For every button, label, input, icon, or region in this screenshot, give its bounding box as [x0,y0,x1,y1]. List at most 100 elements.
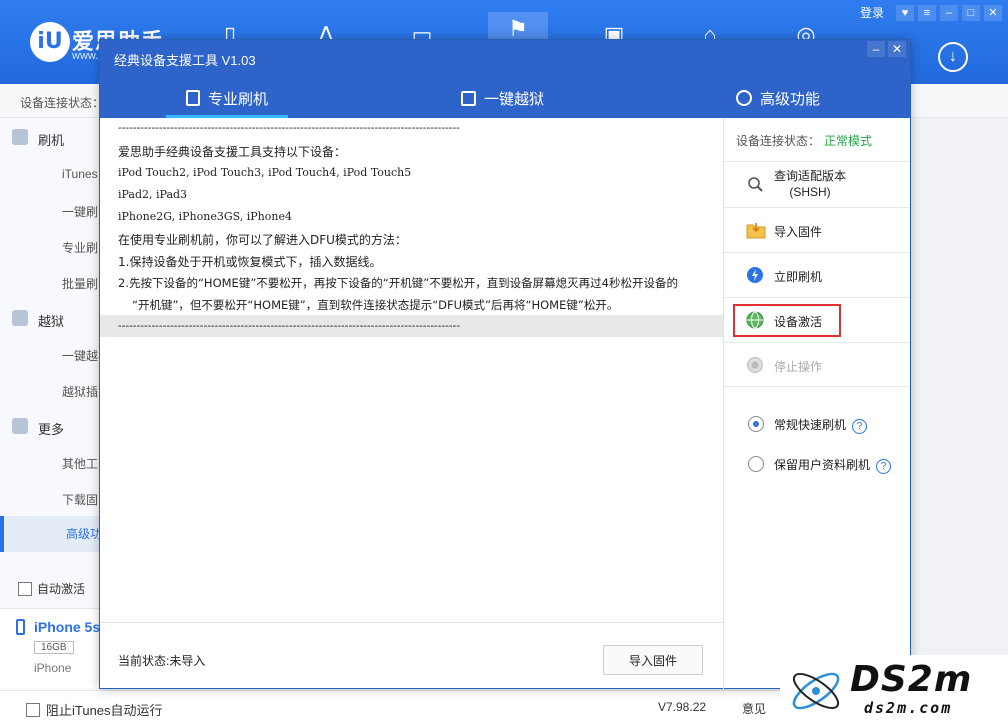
minimize-icon[interactable]: – [940,4,958,21]
keep-data-label: 保留用户资料刷机 [774,458,871,472]
dialog-close-icon[interactable]: ✕ [888,41,906,57]
log-line: 1.保持设备处于开机或恢复模式下，插入数据线。 [118,255,382,269]
dialog-titlebar: 经典设备支援工具 V1.03 – ✕ [100,40,910,78]
search-icon [748,177,763,192]
stop-operation-label: 停止操作 [774,360,823,374]
window-controls: 登录 ♥ ≡ – □ ✕ [860,4,1002,21]
activate-highlight-box [733,304,841,337]
connection-status-label: 设备连接状态： [736,134,821,148]
quick-flash-label: 常规快速刷机 [774,418,847,432]
flash-now-label: 立即刷机 [774,270,823,284]
tab-label: 专业刷机 [208,90,269,108]
version-label: V7.98.22 [658,700,707,714]
sidebar-item-pro-flash[interactable]: 专业刷 [62,239,100,256]
settings-icon[interactable]: ≡ [918,4,936,21]
sidebar-item-oneclick-jailbreak[interactable]: 一键越 [62,347,100,364]
help-icon[interactable]: ? [852,419,868,434]
sidebar-group-label: 更多 [38,422,65,437]
sidebar-item-itunes[interactable]: iTunes [62,167,100,181]
sidebar-item-batch-flash[interactable]: 批量刷 [62,275,100,292]
sidebar-item-download-firmware[interactable]: 下载固 [62,491,100,508]
keep-data-option[interactable]: 保留用户资料刷机? [774,456,892,474]
flash-now-button[interactable]: 立即刷机 [724,252,910,297]
sidebar-group-more[interactable]: 更多 [12,418,65,438]
sidebar-item-oneclick-flash[interactable]: 一键刷 [62,203,100,220]
log-line: iPhone2G, iPhone3GS, iPhone4 [118,210,292,223]
current-status: 当前状态:未导入 [118,654,206,668]
block-itunes-checkbox[interactable]: 阻止iTunes自动运行 [26,700,163,719]
sidebar: 刷机 iTunes 一键刷 专业刷 批量刷 越狱 一键越 越狱插 更多 其他工 … [0,118,100,690]
sidebar-group-jailbreak[interactable]: 越狱 [12,310,65,330]
app-url: www. [72,50,99,62]
dialog-footer: 当前状态:未导入 导入固件 [100,622,724,689]
watermark: DS2m ds2m.com [780,655,1008,725]
log-line: “开机键”，但不要松开“HOME键”，直到软件连接状态提示“DFU模式”后再将“… [132,298,619,312]
stop-icon [747,357,763,373]
query-shsh-line2: (SHSH) [789,185,831,199]
flash-icon [12,129,28,145]
import-firmware-button[interactable]: 导入固件 [603,645,703,675]
tab-label: 高级功能 [760,90,821,108]
watermark-text: DS2m [850,659,973,700]
dialog-title: 经典设备支援工具 V1.03 [114,53,256,68]
sidebar-group-label: 越狱 [38,314,65,329]
block-itunes-label: 阻止iTunes自动运行 [46,703,163,718]
download-icon[interactable]: ↓ [938,42,968,72]
sidebar-item-advanced[interactable]: 高级功 [0,516,100,552]
log-separator: ----------------------------------------… [118,319,460,332]
device-model: iPhone [34,661,72,675]
phone-icon [186,90,200,106]
skin-icon[interactable]: ♥ [896,4,914,21]
close-icon[interactable]: ✕ [984,4,1002,21]
action-panel: 设备连接状态： 正常模式 查询适配版本 (SHSH) 导入固件 立即刷机 设备激… [724,118,910,689]
gear-icon [736,90,752,106]
query-shsh-button[interactable]: 查询适配版本 (SHSH) [724,161,910,207]
connection-status-value: 正常模式 [824,134,873,148]
auto-activate-label: 自动激活 [37,582,86,596]
watermark-logo-icon [792,672,840,710]
sidebar-item-other-tools[interactable]: 其他工 [62,455,100,472]
app-logo-icon: iU [30,22,70,62]
folder-icon [746,223,766,239]
log-separator: ----------------------------------------… [118,121,460,134]
flash-icon [747,267,763,283]
tab-oneclick-jailbreak[interactable]: 一键越狱 [461,78,544,118]
connection-status: 设备连接状态： 正常模式 [736,132,872,149]
tab-advanced[interactable]: 高级功能 [736,78,820,118]
feedback-link[interactable]: 意见 [742,700,766,717]
quick-flash-option[interactable]: 常规快速刷机? [774,416,868,434]
app-status-label: 设备连接状态： [20,96,105,110]
log-line: 2.先按下设备的“HOME键”不要松开，再按下设备的“开机键”不要松开，直到设备… [118,276,679,290]
sidebar-group-flash[interactable]: 刷机 [12,129,65,149]
menu-icon [12,418,28,434]
device-capacity: 16GB [34,641,74,654]
shield-icon [12,310,28,326]
help-icon[interactable]: ? [876,459,892,474]
device-card[interactable]: iPhone 5s 16GB iPhone [0,608,100,688]
tab-pro-flash[interactable]: 专业刷机 [165,78,289,118]
classic-device-dialog: 经典设备支援工具 V1.03 – ✕ 专业刷机 一键越狱 高级功能 ------… [99,39,911,689]
query-shsh-label: 查询适配版本 (SHSH) [774,168,846,200]
auto-activate-checkbox[interactable]: 自动激活 [18,580,85,597]
maximize-icon[interactable]: □ [962,4,980,21]
import-firmware-label: 导入固件 [774,225,823,239]
log-line: iPad2, iPad3 [118,188,188,201]
quick-flash-radio[interactable] [748,416,764,432]
sidebar-item-jailbreak-plugins[interactable]: 越狱插 [62,383,100,400]
dialog-minimize-icon[interactable]: – [867,41,885,57]
tab-label: 一键越狱 [484,90,545,108]
log-line: 爱思助手经典设备支援工具支持以下设备： [118,145,347,159]
checkbox-icon[interactable] [18,581,32,596]
watermark-url: ds2m.com [864,699,953,717]
device-name: iPhone 5s [34,619,101,635]
login-link[interactable]: 登录 [860,4,884,21]
phone-icon [16,619,25,635]
stop-operation-button[interactable]: 停止操作 [724,342,910,387]
log-line: 在使用专业刷机前，你可以了解进入DFU模式的方法： [118,233,407,247]
dialog-tabs: 专业刷机 一键越狱 高级功能 [100,78,910,118]
checkbox-icon[interactable] [26,702,40,717]
log-output: ----------------------------------------… [100,118,724,622]
import-firmware-action[interactable]: 导入固件 [724,207,910,252]
keep-data-radio[interactable] [748,456,764,472]
sidebar-group-label: 刷机 [38,133,65,148]
